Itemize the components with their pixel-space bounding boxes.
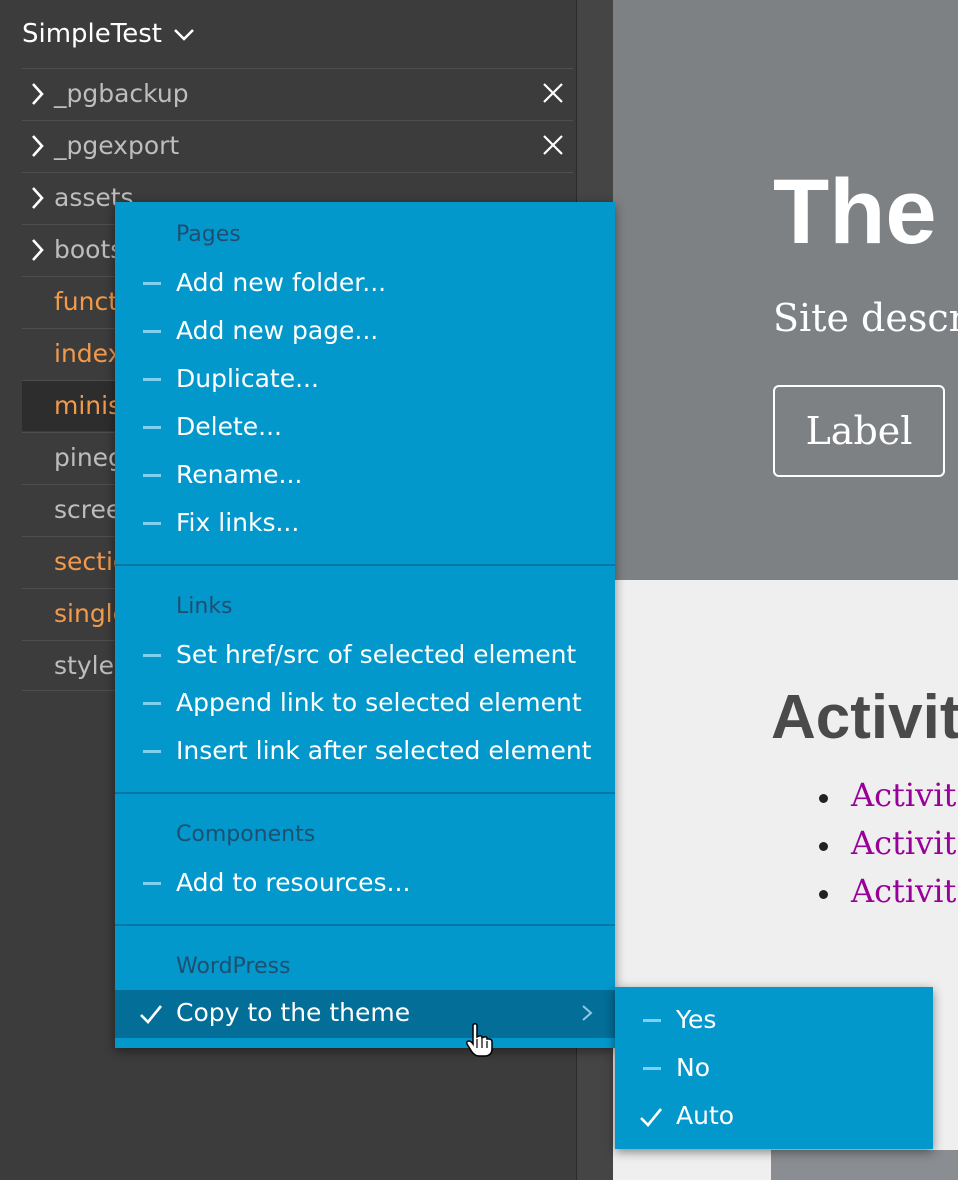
activity-link[interactable]: Activit <box>851 872 956 910</box>
project-selector[interactable]: SimpleTest <box>22 14 196 54</box>
menu-item-fix-links[interactable]: Fix links... <box>115 500 615 548</box>
menu-item-add-page[interactable]: Add new page... <box>115 308 615 356</box>
hero-description: Site descr <box>773 296 958 340</box>
file-name: _pgbackup <box>54 79 189 108</box>
project-name: SimpleTest <box>22 19 162 49</box>
submenu-item-no[interactable]: No <box>615 1045 933 1093</box>
submenu-item-auto[interactable]: Auto <box>615 1093 933 1141</box>
menu-divider <box>115 564 615 566</box>
dash-icon <box>643 1019 661 1022</box>
menu-section-pages: Pages <box>176 222 241 247</box>
activity-link[interactable]: Activit <box>851 776 956 814</box>
hero-title: The <box>773 161 937 263</box>
chevron-right-icon <box>582 1005 593 1021</box>
chevron-right-icon[interactable] <box>28 237 46 263</box>
file-name: index <box>54 339 123 368</box>
file-name: funct <box>54 287 119 316</box>
hero-button[interactable]: Label <box>773 385 945 477</box>
close-icon[interactable] <box>541 133 565 157</box>
file-row-pgexport[interactable]: _pgexport <box>22 120 573 171</box>
menu-item-add-resources[interactable]: Add to resources... <box>115 860 615 908</box>
file-name: scree <box>54 495 122 524</box>
activity-link[interactable]: Activit <box>851 824 956 862</box>
menu-item-set-href[interactable]: Set href/src of selected element <box>115 632 615 680</box>
menu-section-links: Links <box>176 594 233 619</box>
file-name: minis <box>54 391 122 420</box>
menu-item-add-folder[interactable]: Add new folder... <box>115 260 615 308</box>
submenu-item-yes[interactable]: Yes <box>615 997 933 1045</box>
file-name: _pgexport <box>54 131 180 160</box>
checkmark-icon <box>640 1108 663 1127</box>
hero-section: The Site descr Label <box>613 0 958 580</box>
activities-heading: Activit <box>771 683 958 752</box>
menu-item-rename[interactable]: Rename... <box>115 452 615 500</box>
hand-cursor-icon <box>466 1023 493 1057</box>
dash-icon <box>143 426 161 429</box>
dash-icon <box>143 654 161 657</box>
menu-divider <box>115 792 615 794</box>
menu-item-delete[interactable]: Delete... <box>115 404 615 452</box>
image-placeholder <box>771 1150 958 1180</box>
menu-item-copy-to-theme[interactable]: Copy to the theme <box>115 990 615 1038</box>
menu-item-append-link[interactable]: Append link to selected element <box>115 680 615 728</box>
context-menu: Pages Add new folder... Add new page... … <box>115 202 615 1048</box>
chevron-right-icon[interactable] <box>28 185 46 211</box>
file-name: style. <box>54 651 122 680</box>
dash-icon <box>143 378 161 381</box>
menu-section-wordpress: WordPress <box>176 954 291 979</box>
menu-section-components: Components <box>176 822 316 847</box>
menu-divider <box>115 924 615 926</box>
list-bullet <box>819 842 828 851</box>
chevron-right-icon[interactable] <box>28 133 46 159</box>
list-bullet <box>819 890 828 899</box>
menu-item-duplicate[interactable]: Duplicate... <box>115 356 615 404</box>
menu-item-insert-link[interactable]: Insert link after selected element <box>115 728 615 776</box>
file-name: pineg <box>54 443 124 472</box>
dash-icon <box>143 702 161 705</box>
chevron-down-icon <box>174 29 194 41</box>
file-row-pgbackup[interactable]: _pgbackup <box>22 68 573 119</box>
dash-icon <box>143 330 161 333</box>
dash-icon <box>143 474 161 477</box>
dash-icon <box>143 882 161 885</box>
list-bullet <box>819 794 828 803</box>
close-icon[interactable] <box>541 81 565 105</box>
copy-theme-submenu: Yes No Auto <box>615 987 933 1149</box>
dash-icon <box>643 1067 661 1070</box>
file-name: boots <box>54 235 124 264</box>
dash-icon <box>143 282 161 285</box>
checkmark-icon <box>140 1005 163 1024</box>
chevron-right-icon[interactable] <box>28 81 46 107</box>
dash-icon <box>143 522 161 525</box>
dash-icon <box>143 750 161 753</box>
